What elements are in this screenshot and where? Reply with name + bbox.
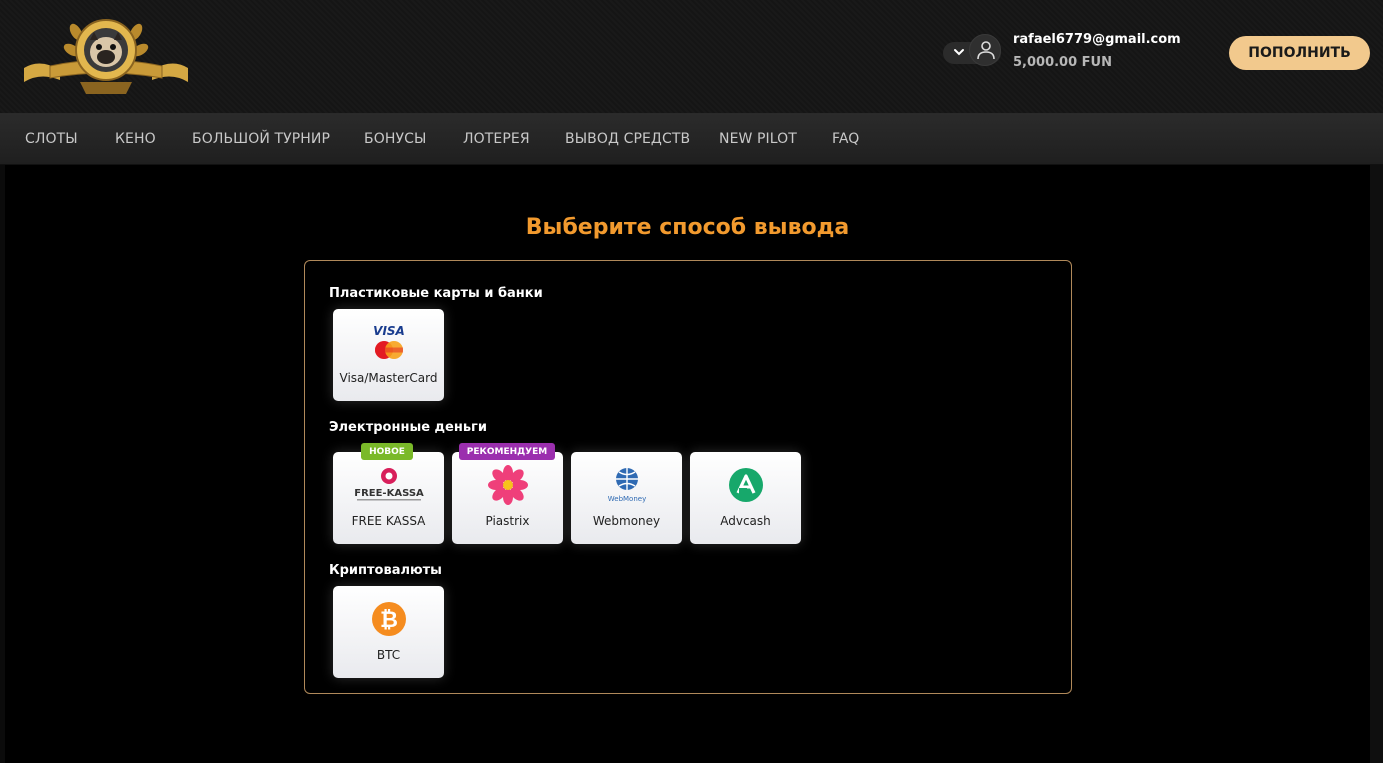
svg-text:₿: ₿ (380, 608, 398, 633)
user-icon (977, 41, 995, 60)
svg-text:FREE-KASSA: FREE-KASSA (354, 488, 424, 499)
method-card-webmoney[interactable]: WebMoney Webmoney (571, 452, 682, 544)
method-card-piastrix[interactable]: РЕКОМЕНДУЕМ Piastrix (452, 443, 563, 544)
method-card-btc[interactable]: ₿ BTC (333, 586, 444, 678)
method-label: Webmoney (592, 514, 661, 528)
nav-item-withdrawal[interactable]: ВЫВОД СРЕДСТВ (565, 131, 690, 147)
main-nav: СЛОТЫ КЕНО БОЛЬШОЙ ТУРНИР БОНУСЫ ЛОТЕРЕЯ… (0, 114, 1383, 165)
nav-item-new-pilot[interactable]: NEW PILOT (719, 131, 797, 147)
svg-text:VISA: VISA (373, 324, 405, 338)
piastrix-icon (452, 464, 563, 506)
section-title-crypto: Криптовалюты (329, 563, 442, 578)
nav-item-slots[interactable]: СЛОТЫ (25, 131, 78, 147)
webmoney-icon: WebMoney (571, 464, 682, 506)
method-label: FREE KASSA (351, 514, 426, 528)
method-card-visa-mastercard[interactable]: VISA Visa/MasterCard (333, 309, 444, 401)
avatar[interactable] (969, 34, 1001, 66)
svg-text:WebMoney: WebMoney (607, 495, 645, 503)
deposit-button[interactable]: ПОПОЛНИТЬ (1229, 36, 1370, 70)
method-card-free-kassa[interactable]: НОВОЕ FREE-KASSA FREE KASSA (333, 443, 444, 544)
badge-recommended: РЕКОМЕНДУЕМ (459, 443, 555, 460)
page-title: Выберите способ вывода (525, 215, 850, 240)
chevron-down-icon (954, 49, 964, 56)
main-content: Выберите способ вывода Пластиковые карты… (5, 165, 1370, 763)
section-title-cards: Пластиковые карты и банки (329, 286, 543, 301)
nav-item-tournament[interactable]: БОЛЬШОЙ ТУРНИР (192, 131, 330, 147)
advcash-icon (690, 464, 801, 506)
badge-new: НОВОЕ (361, 443, 413, 460)
nav-item-lottery[interactable]: ЛОТЕРЕЯ (463, 131, 530, 147)
visa-mastercard-icon: VISA (333, 321, 444, 363)
method-label: Piastrix (485, 514, 530, 528)
nav-item-keno[interactable]: КЕНО (115, 131, 156, 147)
nav-item-bonuses[interactable]: БОНУСЫ (364, 131, 426, 147)
method-label: Advcash (720, 514, 771, 528)
section-title-e-money: Электронные деньги (329, 420, 487, 435)
site-header: rafael6779@gmail.com 5,000.00 FUN ПОПОЛН… (0, 0, 1383, 114)
withdrawal-methods-panel: Пластиковые карты и банки VISA Visa/Mast… (304, 260, 1072, 694)
user-balance: 5,000.00 FUN (1013, 55, 1112, 70)
method-label: Visa/MasterCard (339, 371, 438, 385)
free-kassa-icon: FREE-KASSA (333, 464, 444, 506)
scrollbar-track[interactable] (1370, 165, 1383, 763)
user-block: rafael6779@gmail.com 5,000.00 FUN (943, 30, 1181, 74)
user-email: rafael6779@gmail.com (1013, 32, 1181, 47)
method-label: BTC (376, 648, 401, 662)
nav-item-faq[interactable]: FAQ (832, 131, 859, 147)
method-card-advcash[interactable]: Advcash (690, 452, 801, 544)
site-logo[interactable] (20, 10, 192, 98)
bitcoin-icon: ₿ (333, 598, 444, 640)
